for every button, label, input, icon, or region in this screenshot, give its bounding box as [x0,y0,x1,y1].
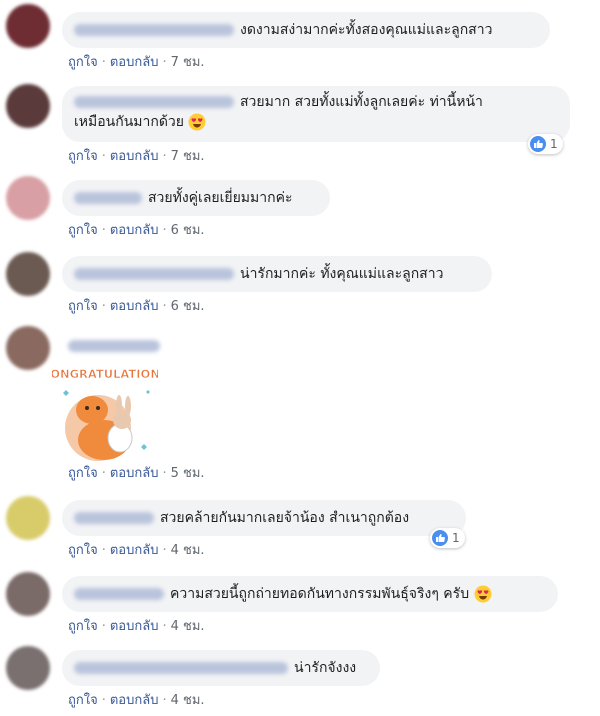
avatar[interactable] [6,176,50,220]
commenter-name[interactable] [74,192,142,204]
reply-link[interactable]: ตอบกลับ [110,693,159,708]
timestamp[interactable]: 5 ชม. [171,466,205,481]
avatar[interactable] [6,646,50,690]
timestamp[interactable]: 4 ชม. [171,619,205,634]
congratulations-sticker: CONGRATULATIONS [52,367,158,461]
reply-link[interactable]: ตอบกลับ [110,299,159,314]
comment-actions: ถูกใจ · ตอบกลับ · 7 ชม. [68,55,205,70]
comment-text: น่ารักจังงง [294,660,357,676]
reply-link[interactable]: ตอบกลับ [110,149,159,164]
comment-actions: ถูกใจ · ตอบกลับ · 5 ชม. [68,466,205,481]
comment-text: น่ารักมากค่ะ ทั้งคุณแม่และลูกสาว [240,266,444,282]
reaction-count: 1 [550,137,558,151]
reply-link[interactable]: ตอบกลับ [110,466,159,481]
comment-text-line2: เหมือนกันมากด้วย [74,114,184,130]
timestamp[interactable]: 7 ชม. [171,149,205,164]
commenter-name[interactable] [74,662,288,674]
like-link[interactable]: ถูกใจ [68,543,98,558]
like-link[interactable]: ถูกใจ [68,466,98,481]
comment-bubble: สวยมาก สวยทั้งแม่ทั้งลูกเลยค่ะ ท่านี้หน้… [62,86,570,142]
comment-bubble: น่ารักมากค่ะ ทั้งคุณแม่และลูกสาว [62,256,492,292]
reply-link[interactable]: ตอบกลับ [110,543,159,558]
timestamp[interactable]: 6 ชม. [171,223,205,238]
like-link[interactable]: ถูกใจ [68,619,98,634]
commenter-name[interactable] [68,340,160,352]
timestamp[interactable]: 7 ชม. [171,55,205,70]
comment-text: ความสวยนี้ถูกถ่ายทอดกันทางกรรมพันธุ์จริง… [170,586,470,602]
comment-bubble: สวยคล้ายกันมากเลยจ้าน้อง สำเนาถูกต้อง [62,500,466,536]
comment-bubble: น่ารักจังงง [62,650,380,686]
reaction-badge[interactable]: 1 [430,528,465,548]
comment-text: สวยทั้งคู่เลยเยี่ยมมากค่ะ [148,190,293,206]
comment-bubble: งดงามสง่ามากค่ะทั้งสองคุณแม่และลูกสาว [62,12,550,48]
commenter-name[interactable] [74,268,234,280]
comment-bubble: ความสวยนี้ถูกถ่ายทอดกันทางกรรมพันธุ์จริง… [62,576,558,612]
like-link[interactable]: ถูกใจ [68,299,98,314]
timestamp[interactable]: 4 ชม. [171,543,205,558]
comment-text-line1: สวยมาก สวยทั้งแม่ทั้งลูกเลยค่ะ ท่านี้หน้… [240,94,483,110]
thumbs-up-icon [530,136,546,152]
comment-text: งดงามสง่ามากค่ะทั้งสองคุณแม่และลูกสาว [240,22,493,38]
thumbs-up-icon [432,530,448,546]
commenter-name[interactable] [74,96,234,108]
like-link[interactable]: ถูกใจ [68,693,98,708]
comment-actions: ถูกใจ · ตอบกลับ · 4 ชม. [68,543,205,558]
commenter-name[interactable] [74,24,234,36]
timestamp[interactable]: 4 ชม. [171,693,205,708]
comment-actions: ถูกใจ · ตอบกลับ · 4 ชม. [68,619,205,634]
reaction-count: 1 [452,531,460,545]
comment-actions: ถูกใจ · ตอบกลับ · 6 ชม. [68,223,205,238]
heart-eyes-emoji-icon [188,113,206,131]
avatar[interactable] [6,572,50,616]
like-link[interactable]: ถูกใจ [68,223,98,238]
like-link[interactable]: ถูกใจ [68,55,98,70]
like-link[interactable]: ถูกใจ [68,149,98,164]
commenter-name[interactable] [74,512,154,524]
sticker-caption: CONGRATULATIONS [52,367,158,381]
comment-text: สวยคล้ายกันมากเลยจ้าน้อง สำเนาถูกต้อง [160,510,410,526]
avatar[interactable] [6,4,50,48]
comment-actions: ถูกใจ · ตอบกลับ · 4 ชม. [68,693,205,708]
heart-eyes-emoji-icon [474,585,492,603]
comment-actions: ถูกใจ · ตอบกลับ · 7 ชม. [68,149,205,164]
avatar[interactable] [6,496,50,540]
reply-link[interactable]: ตอบกลับ [110,619,159,634]
reply-link[interactable]: ตอบกลับ [110,223,159,238]
reaction-badge[interactable]: 1 [528,134,563,154]
commenter-name[interactable] [74,588,164,600]
reply-link[interactable]: ตอบกลับ [110,55,159,70]
comment-actions: ถูกใจ · ตอบกลับ · 6 ชม. [68,299,205,314]
avatar[interactable] [6,84,50,128]
avatar[interactable] [6,326,50,370]
avatar[interactable] [6,252,50,296]
timestamp[interactable]: 6 ชม. [171,299,205,314]
comment-bubble: สวยทั้งคู่เลยเยี่ยมมากค่ะ [62,180,330,216]
